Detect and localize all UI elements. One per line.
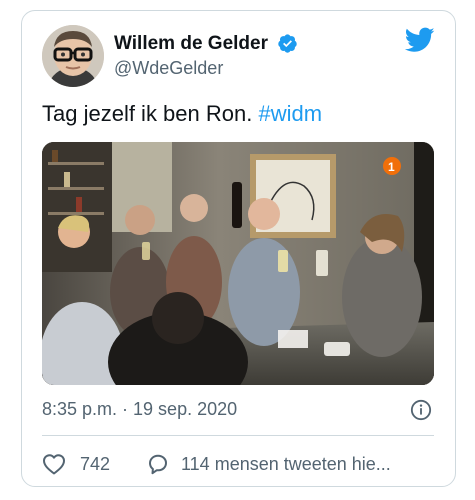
divider — [42, 435, 434, 436]
info-icon[interactable] — [410, 399, 432, 421]
avatar-image — [42, 25, 104, 87]
tweet-text: Tag jezelf ik ben Ron. #widm — [42, 101, 322, 127]
tweet-timestamp[interactable]: 8:35 p.m. · 19 sep. 2020 — [42, 399, 237, 420]
tweet-body: Tag jezelf ik ben Ron. — [42, 101, 259, 126]
svg-text:1: 1 — [388, 160, 395, 174]
tweet-media-video[interactable]: 1 — [42, 142, 434, 385]
like-button[interactable]: 742 — [42, 451, 110, 477]
twitter-bird-icon[interactable] — [405, 27, 435, 53]
author-display-name[interactable]: Willem de Gelder — [114, 33, 268, 55]
verified-badge-icon — [278, 34, 297, 53]
heart-icon — [43, 454, 65, 475]
reply-button[interactable]: 114 mensen tweeten hie... — [146, 451, 391, 477]
speech-bubble-icon — [149, 454, 167, 475]
author-handle[interactable]: @WdeGelder — [114, 58, 223, 79]
avatar[interactable] — [42, 25, 104, 87]
tweet-card[interactable]: Willem de Gelder @WdeGelder Tag jezelf i… — [21, 10, 456, 487]
hashtag-link[interactable]: #widm — [258, 101, 322, 126]
video-still-image: 1 — [42, 142, 434, 385]
like-count: 742 — [80, 453, 111, 474]
npo1-logo-icon: 1 — [383, 157, 401, 175]
reply-count-label: 114 mensen tweeten hie... — [181, 453, 391, 474]
